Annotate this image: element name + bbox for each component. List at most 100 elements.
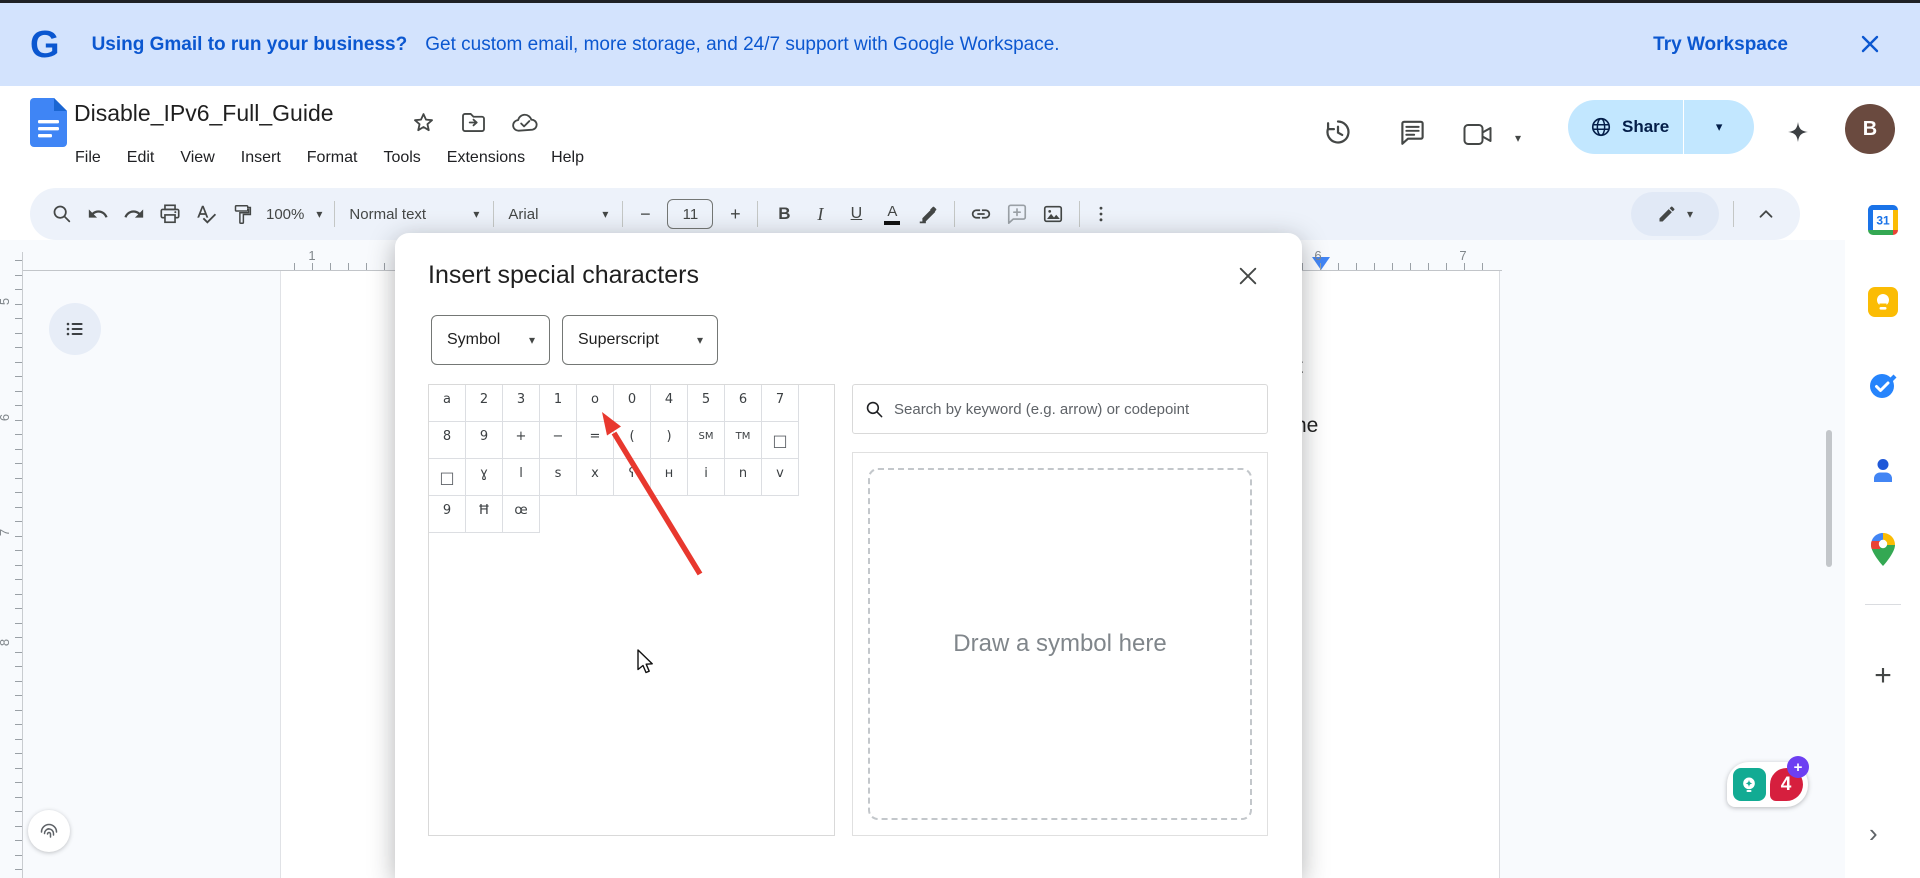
calendar-icon[interactable]: 31 — [1867, 204, 1899, 236]
symbol-cell[interactable]: ʕ — [614, 459, 651, 496]
get-add-ons-button[interactable]: + — [1867, 660, 1899, 692]
banner-question: Using Gmail to run your business? — [92, 34, 408, 56]
addon-notification-badge[interactable]: 4 + — [1727, 762, 1808, 807]
spellcheck-icon[interactable] — [188, 196, 224, 232]
font-size-field[interactable]: 11 — [667, 199, 713, 229]
symbol-cell[interactable]: l — [503, 459, 540, 496]
share-button[interactable]: Share ▾ — [1568, 100, 1754, 154]
zoom-control[interactable]: 100% ▾ — [266, 206, 322, 223]
symbol-cell[interactable]: a — [429, 385, 466, 422]
share-caret-icon[interactable]: ▾ — [1684, 119, 1754, 135]
symbol-cell[interactable]: Ħ — [466, 496, 503, 533]
symbol-cell[interactable]: ( — [614, 422, 651, 459]
banner-close-icon[interactable] — [1858, 32, 1884, 58]
symbol-cell[interactable]: □ — [429, 459, 466, 496]
vertical-scrollbar[interactable] — [1826, 430, 1832, 567]
menu-file[interactable]: File — [62, 142, 114, 174]
insert-link-icon[interactable] — [963, 196, 999, 232]
more-options-icon[interactable] — [1088, 196, 1114, 232]
symbol-cell[interactable]: 4 — [651, 385, 688, 422]
font-family-control[interactable]: Arial ▾ — [502, 206, 614, 223]
symbol-cell[interactable]: 3 — [503, 385, 540, 422]
tasks-icon[interactable] — [1867, 369, 1899, 401]
text-color-button[interactable]: A — [874, 196, 910, 232]
hide-menus-icon[interactable] — [1748, 196, 1784, 232]
document-title[interactable]: Disable_IPv6_Full_Guide — [74, 100, 334, 127]
accessibility-fingerprint-icon[interactable] — [28, 810, 70, 852]
bold-button[interactable]: B — [766, 196, 802, 232]
draw-symbol-canvas[interactable]: Draw a symbol here — [868, 468, 1252, 820]
cloud-saved-icon[interactable] — [512, 113, 539, 133]
symbol-cell[interactable]: n — [725, 459, 762, 496]
google-docs-icon[interactable] — [30, 98, 67, 147]
ruler-tick — [15, 797, 22, 798]
symbol-cell[interactable]: − — [540, 422, 577, 459]
symbol-cell[interactable]: SM — [688, 422, 725, 459]
show-outline-button[interactable] — [49, 303, 101, 355]
symbol-cell[interactable]: 0 — [614, 385, 651, 422]
symbol-cell[interactable]: 6 — [725, 385, 762, 422]
paint-format-icon[interactable] — [224, 196, 260, 232]
add-comment-icon[interactable] — [999, 196, 1035, 232]
version-history-icon[interactable] — [1318, 112, 1358, 152]
increase-font-size-button[interactable]: + — [721, 196, 749, 232]
symbol-search-input[interactable] — [894, 401, 1255, 418]
vertical-ruler[interactable] — [22, 252, 23, 878]
symbol-cell[interactable]: 2 — [466, 385, 503, 422]
star-icon[interactable] — [412, 111, 435, 134]
editing-mode-button[interactable]: ▾ — [1631, 192, 1719, 236]
symbol-cell[interactable]: 9 — [466, 422, 503, 459]
symbol-cell[interactable]: i — [688, 459, 725, 496]
symbol-cell[interactable]: ) — [651, 422, 688, 459]
symbol-cell[interactable]: = — [577, 422, 614, 459]
meet-caret-icon[interactable]: ▾ — [1505, 118, 1531, 158]
search-menus-icon[interactable] — [44, 196, 80, 232]
paragraph-style-control[interactable]: Normal text ▾ — [343, 206, 485, 223]
symbol-cell[interactable]: v — [762, 459, 799, 496]
ruler-tick — [15, 594, 22, 595]
dialog-close-icon[interactable] — [1233, 261, 1263, 291]
symbol-cell[interactable]: 9 — [429, 496, 466, 533]
redo-icon[interactable] — [116, 196, 152, 232]
symbol-cell[interactable]: x — [577, 459, 614, 496]
underline-button[interactable]: U — [838, 196, 874, 232]
contacts-icon[interactable] — [1867, 454, 1899, 486]
move-to-folder-icon[interactable] — [461, 112, 486, 133]
menu-format[interactable]: Format — [294, 142, 371, 174]
symbol-cell[interactable]: TM — [725, 422, 762, 459]
symbol-cell[interactable]: + — [503, 422, 540, 459]
try-workspace-link[interactable]: Try Workspace — [1653, 34, 1788, 56]
symbol-cell[interactable]: 1 — [540, 385, 577, 422]
subcategory-dropdown[interactable]: Superscript▾ — [562, 315, 718, 365]
menu-help[interactable]: Help — [538, 142, 597, 174]
symbol-cell[interactable]: 5 — [688, 385, 725, 422]
undo-icon[interactable] — [80, 196, 116, 232]
keep-icon[interactable] — [1867, 286, 1899, 318]
insert-image-icon[interactable] — [1035, 196, 1071, 232]
print-icon[interactable] — [152, 196, 188, 232]
ruler-tick — [15, 521, 22, 522]
symbol-cell[interactable]: ʜ — [651, 459, 688, 496]
gemini-sparkle-icon[interactable] — [1778, 112, 1818, 152]
symbol-cell[interactable]: 7 — [762, 385, 799, 422]
menu-edit[interactable]: Edit — [114, 142, 168, 174]
symbol-cell[interactable]: □ — [762, 422, 799, 459]
decrease-font-size-button[interactable]: − — [631, 196, 659, 232]
comments-icon[interactable] — [1392, 112, 1432, 152]
maps-icon[interactable] — [1867, 534, 1899, 566]
show-side-panel-icon[interactable]: › — [1869, 818, 1878, 849]
symbol-cell[interactable]: œ — [503, 496, 540, 533]
symbol-cell[interactable]: o — [577, 385, 614, 422]
symbol-cell[interactable]: ɣ — [466, 459, 503, 496]
menu-extensions[interactable]: Extensions — [434, 142, 538, 174]
account-avatar[interactable]: B — [1845, 104, 1895, 154]
meet-video-icon[interactable] — [1458, 114, 1498, 154]
symbol-cell[interactable]: 8 — [429, 422, 466, 459]
menu-insert[interactable]: Insert — [228, 142, 294, 174]
menu-tools[interactable]: Tools — [370, 142, 433, 174]
menu-view[interactable]: View — [167, 142, 227, 174]
highlight-color-icon[interactable] — [910, 196, 946, 232]
symbol-cell[interactable]: s — [540, 459, 577, 496]
italic-button[interactable]: I — [802, 196, 838, 232]
category-dropdown[interactable]: Symbol▾ — [431, 315, 550, 365]
